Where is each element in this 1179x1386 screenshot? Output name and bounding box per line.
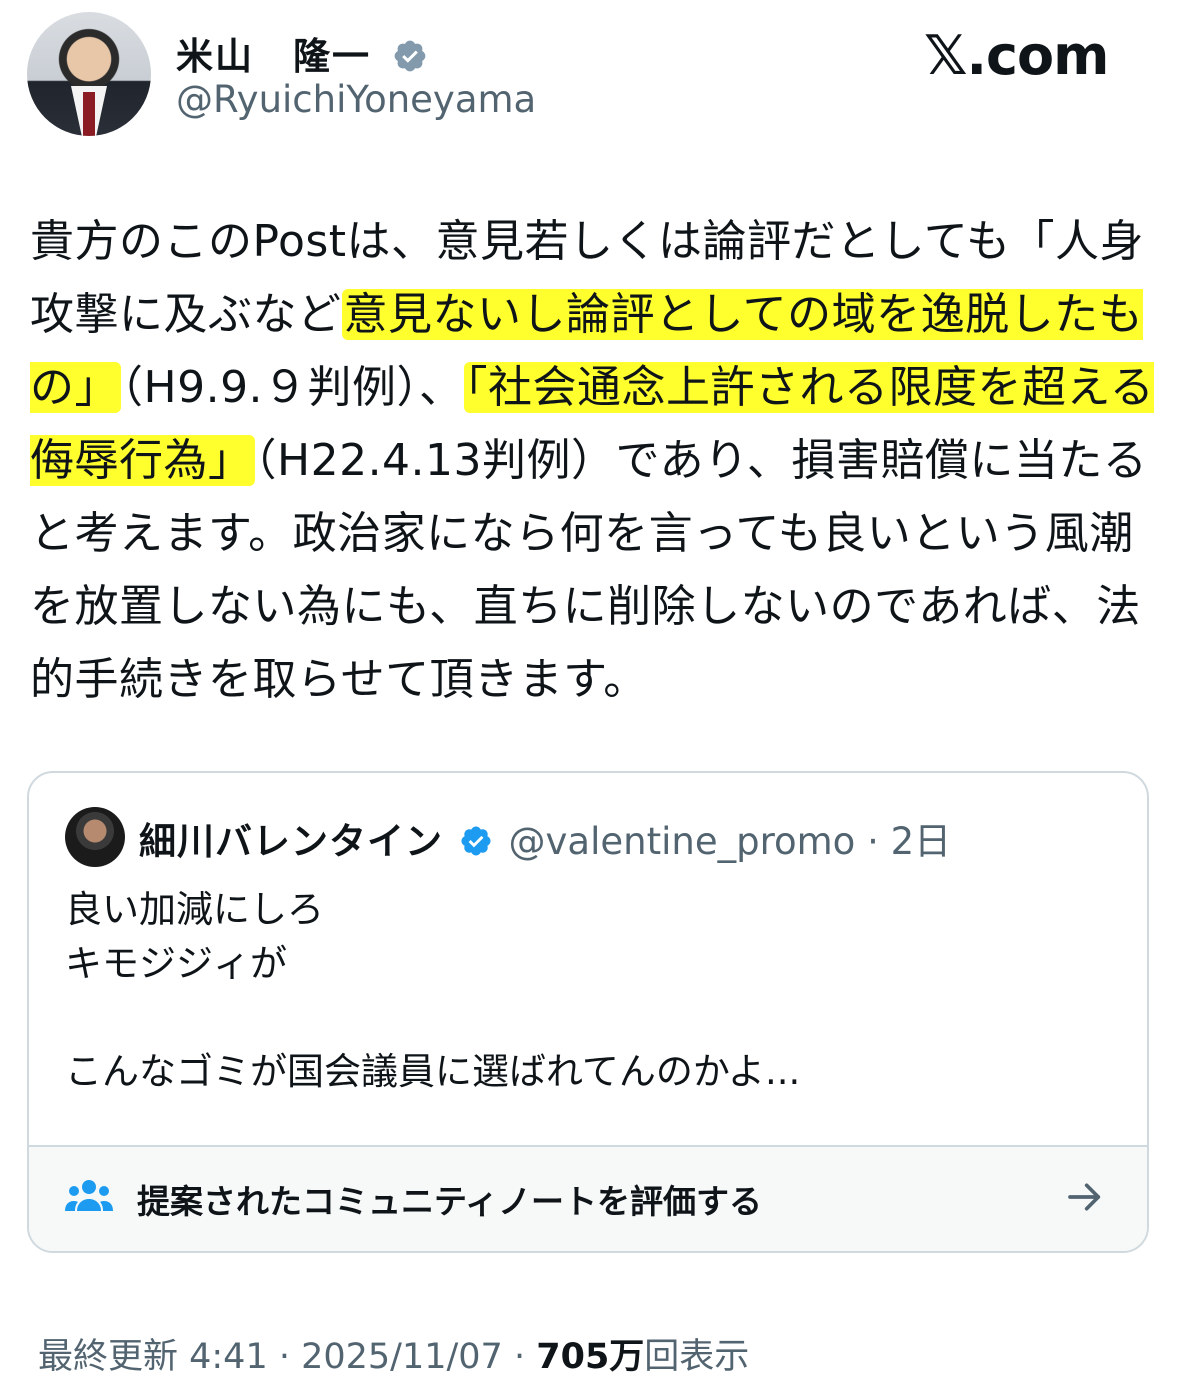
author-avatar[interactable] (27, 12, 151, 136)
author-handle[interactable]: @RyuichiYoneyama (176, 78, 536, 121)
quoted-author-name[interactable]: 細川バレンタイン (139, 820, 443, 863)
quoted-post-text: 良い加減にしろ キモジジィが こんなゴミが国会議員に選ばれてんのかよ... (65, 888, 801, 1093)
quoted-timestamp[interactable]: 2日 (891, 820, 952, 863)
quoted-author-handle[interactable]: @valentine_promo (509, 820, 856, 863)
quoted-author-avatar[interactable] (65, 807, 125, 867)
arrow-right-icon (1068, 1183, 1101, 1211)
verified-badge-icon (461, 825, 491, 856)
view-count[interactable]: 705万 (536, 1337, 644, 1377)
post-text-segment: （H9.9.９判例）、 (121, 362, 464, 413)
x-com-logo: 𝕏.com (924, 24, 1109, 87)
verified-badge-icon (394, 40, 426, 71)
community-note-label: 提案されたコミュニティノートを評価する (137, 1182, 763, 1221)
view-label: 回表示 (644, 1337, 750, 1377)
community-notes-icon (65, 1180, 113, 1211)
post-text: 貴方のこのPostは、意見若しくは論評だとしても「人身攻撃に及ぶなど意見ないし論… (30, 205, 1160, 716)
post-meta: 最終更新 4:41 · 2025/11/07 · 705万回表示 (38, 1328, 749, 1379)
community-note-button[interactable]: 提案されたコミュニティノートを評価する (29, 1145, 1147, 1251)
author-name-row[interactable]: 米山 隆一 (176, 26, 428, 80)
quoted-separator: · (867, 820, 879, 863)
quoted-post-card[interactable]: 細川バレンタイン @valentine_promo · 2日 良い加減にしろ キ… (27, 771, 1149, 1253)
avatar-tie (83, 92, 95, 136)
author-name[interactable]: 米山 隆一 (176, 35, 371, 78)
post-timestamp[interactable]: 最終更新 4:41 · 2025/11/07 (38, 1337, 514, 1377)
quoted-post-header: 細川バレンタイン @valentine_promo · 2日 (139, 811, 951, 865)
meta-separator: · (513, 1337, 526, 1377)
